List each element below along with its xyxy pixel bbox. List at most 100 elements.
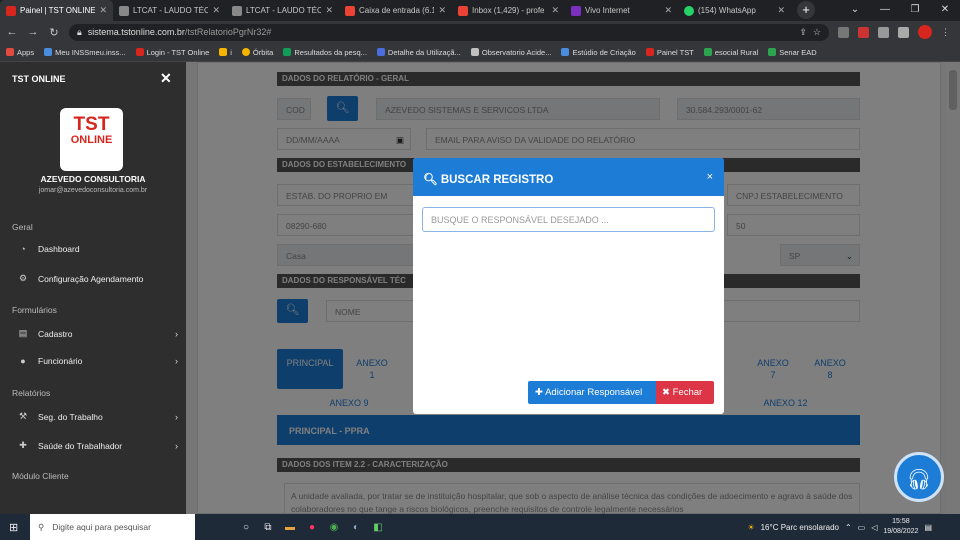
- file-explorer-icon[interactable]: ▬: [279, 522, 301, 533]
- firefox-icon[interactable]: ●: [301, 522, 323, 533]
- meta-icon: [561, 48, 570, 56]
- chevron-right-icon: ›: [175, 356, 178, 366]
- url-field[interactable]: 🔒︎ sistema.tstonline.com.br/tstRelatorio…: [69, 23, 829, 41]
- sidebar-item-saude-trabalhador[interactable]: ✚ Saúde do Trabalhador ›: [18, 440, 178, 451]
- app-icon[interactable]: ◧: [367, 522, 389, 533]
- clock-date: 19/08/2022: [883, 528, 919, 535]
- bookmark-item[interactable]: Resultados da pesq...: [283, 48, 367, 57]
- close-tab-icon[interactable]: ✕: [777, 5, 785, 16]
- sidepanel-icon[interactable]: [898, 26, 909, 38]
- reload-icon[interactable]: ↻: [48, 26, 60, 39]
- bookmark-item[interactable]: Estúdio de Criação: [561, 48, 636, 57]
- avatar[interactable]: [918, 25, 932, 39]
- sidebar-item-label: Seg. do Trabalho: [38, 411, 103, 422]
- browser-tab[interactable]: Vivo Internet ✕: [565, 0, 678, 21]
- app-icon[interactable]: ◐: [345, 522, 367, 533]
- browser-tab[interactable]: LTCAT - LAUDO TÉCNI✕: [226, 0, 339, 21]
- taskbar-search[interactable]: ⚲ Digite aqui para pesquisar: [30, 514, 195, 540]
- back-icon[interactable]: ←: [6, 26, 18, 38]
- sidebar-item-label: Saúde do Trabalhador: [38, 440, 123, 451]
- new-tab-button[interactable]: +: [797, 1, 815, 19]
- gear-icon: ⚙: [18, 273, 28, 283]
- medical-icon: ✚: [19, 440, 27, 450]
- tab-favicon-icon: [571, 5, 581, 16]
- close-tab-icon[interactable]: ✕: [99, 5, 107, 16]
- close-window-icon[interactable]: ✕: [930, 0, 960, 20]
- volume-icon[interactable]: ◁: [871, 523, 877, 532]
- sidebar-item-label: Configuração Agendamento: [38, 273, 144, 284]
- bookmark-item[interactable]: Senar EAD: [768, 48, 817, 57]
- bookmark-item[interactable]: Login - TST Online: [135, 48, 209, 57]
- cortana-icon[interactable]: ○: [235, 522, 257, 533]
- chevron-right-icon: ›: [175, 440, 178, 451]
- add-responsavel-button[interactable]: ✚ Adicionar Responsável: [528, 381, 656, 404]
- sidebar-item-label: Dashboard: [38, 244, 80, 254]
- modal-header: 🔍︎ BUSCAR REGISTRO: [413, 158, 724, 196]
- support-chat-button[interactable]: 🎧︎: [894, 452, 944, 502]
- notifications-icon[interactable]: ▤: [924, 523, 932, 532]
- headset-icon: 🎧︎: [906, 469, 932, 491]
- bookmark-item[interactable]: esocial Rural: [703, 48, 758, 57]
- sidebar-item-seg-trabalho[interactable]: ⚒ Seg. do Trabalho ›: [18, 411, 178, 422]
- extension-icon[interactable]: [858, 26, 869, 38]
- bookmark-item[interactable]: Órbita: [241, 47, 274, 57]
- bookmark-label: i: [230, 47, 232, 57]
- bookmark-item[interactable]: Meu INSSmeu.inss...: [44, 48, 126, 57]
- share-icon[interactable]: ⇪: [799, 27, 807, 38]
- bookmark-favicon-icon: [241, 48, 250, 56]
- bookmark-item[interactable]: Painel TST: [645, 48, 694, 57]
- fechar-button[interactable]: ✖ Fechar: [656, 381, 714, 404]
- maximize-icon[interactable]: ❐: [900, 0, 930, 20]
- sidebar-item-cadastro[interactable]: ▤ Cadastro ›: [18, 328, 178, 339]
- clock[interactable]: 15:58 19/08/2022: [883, 517, 918, 537]
- sidebar-close-icon[interactable]: ✕: [160, 70, 172, 87]
- tab-search-icon[interactable]: ⌄: [840, 0, 870, 20]
- window-controls: ⌄ — ❐ ✕: [840, 0, 960, 20]
- sidebar-item-funcionario[interactable]: ● Funcionário ›: [18, 356, 178, 366]
- bookmark-item[interactable]: Observatorio Acide...: [470, 48, 551, 57]
- sidebar-item-dashboard[interactable]: ◔ Dashboard: [18, 244, 178, 254]
- bookmark-favicon-icon: [219, 48, 228, 56]
- task-view-icon[interactable]: ⧉: [257, 522, 279, 533]
- section-formularios: Formulários: [12, 305, 57, 315]
- browser-tab[interactable]: Painel | TST ONLINE ✕: [0, 0, 113, 21]
- close-tab-icon[interactable]: ✕: [551, 5, 559, 16]
- taskbar-search-placeholder: Digite aqui para pesquisar: [52, 522, 151, 532]
- bookmark-item[interactable]: Detalhe da Utilizaçã...: [376, 48, 461, 57]
- close-tab-icon[interactable]: ✕: [438, 5, 446, 16]
- modal-close-icon[interactable]: ×: [707, 171, 713, 183]
- browser-tab[interactable]: LTCAT - LAUDO TÉCNI✕: [113, 0, 226, 21]
- bookmark-label: Órbita: [252, 47, 274, 57]
- bookmark-star-icon[interactable]: ☆: [813, 27, 821, 38]
- close-tab-icon[interactable]: ✕: [325, 5, 333, 16]
- close-tab-icon[interactable]: ✕: [664, 5, 672, 16]
- chevron-right-icon: ›: [175, 411, 178, 422]
- close-tab-icon[interactable]: ✕: [212, 5, 220, 16]
- weather-text[interactable]: 16°C Parc ensolarado: [761, 523, 839, 532]
- minimize-icon[interactable]: —: [870, 0, 900, 20]
- responsavel-search-input[interactable]: BUSQUE O RESPONSÁVEL DESEJADO ...: [422, 207, 715, 232]
- forward-icon[interactable]: →: [27, 26, 39, 38]
- dashboard-icon: ◔: [20, 244, 26, 254]
- bookmark-favicon-icon: [703, 48, 712, 56]
- tab-title: Inbox (1,429) - profe: [472, 6, 545, 15]
- puzzle-icon[interactable]: [878, 26, 889, 38]
- extension-icon[interactable]: [838, 26, 849, 38]
- chrome-icon[interactable]: ◉: [323, 522, 345, 533]
- sidebar-item-configuracao[interactable]: ⚙ Configuração Agendamento: [18, 273, 178, 284]
- tray-chevron-icon[interactable]: ⌃: [845, 523, 852, 532]
- browser-tab[interactable]: Caixa de entrada (6.1 ✕: [339, 0, 452, 21]
- menu-icon[interactable]: ⋮: [941, 27, 950, 38]
- lock-icon: 🔒︎: [77, 26, 82, 37]
- bookmarks-bar: Apps Meu INSSmeu.inss... Login - TST Onl…: [0, 43, 960, 62]
- whatsapp-icon: [684, 5, 694, 16]
- bookmark-item[interactable]: Apps: [6, 48, 34, 57]
- buscar-registro-modal: 🔍︎ BUSCAR REGISTRO × BUSQUE O RESPONSÁVE…: [413, 158, 724, 414]
- network-icon[interactable]: ▭: [858, 523, 866, 532]
- bookmark-item[interactable]: i: [219, 48, 232, 57]
- tab-title: LTCAT - LAUDO TÉCNI: [246, 6, 322, 15]
- windows-start-icon[interactable]: ⊞: [9, 521, 18, 534]
- browser-tab[interactable]: Inbox (1,429) - profe ✕: [452, 0, 565, 21]
- browser-tab[interactable]: (154) WhatsApp ✕: [678, 0, 791, 21]
- clock-time: 15:58: [892, 518, 910, 525]
